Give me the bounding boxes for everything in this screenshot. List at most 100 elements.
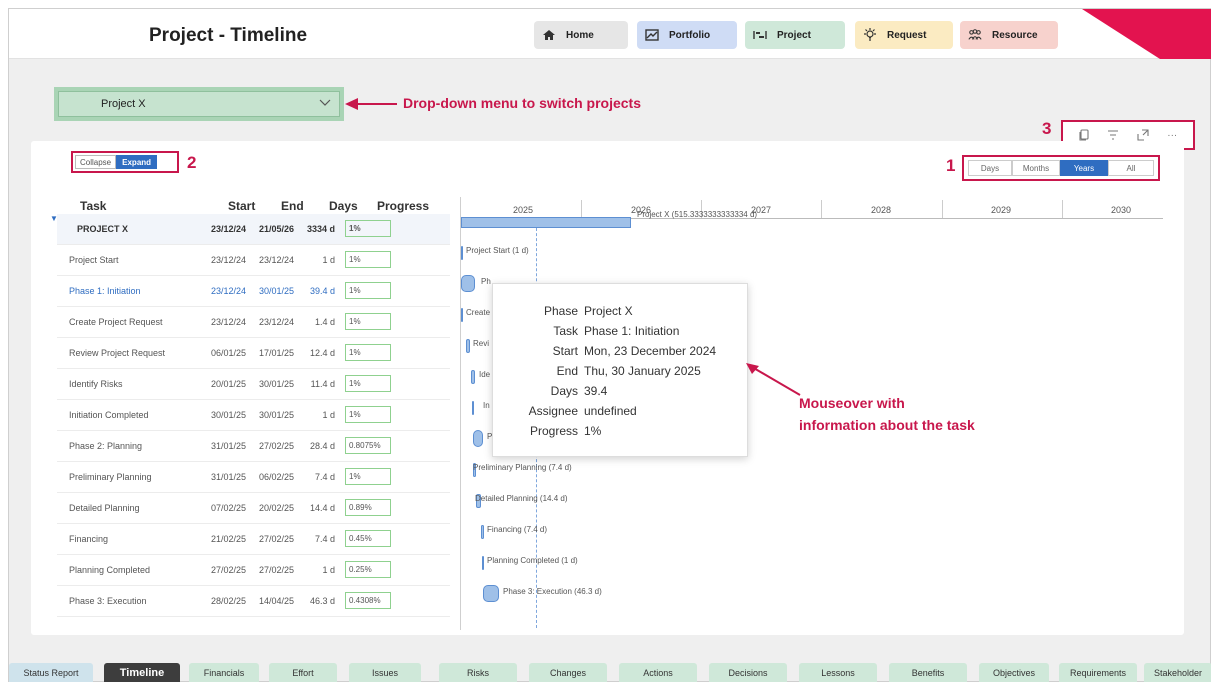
progress-cell[interactable]: 1% xyxy=(345,406,391,423)
progress-cell[interactable]: 1% xyxy=(345,468,391,485)
tab-benefits[interactable]: Benefits xyxy=(889,663,967,682)
start-date-cell: 31/01/25 xyxy=(210,472,246,482)
end-date-cell: 30/01/25 xyxy=(258,379,294,389)
start-date-cell: 28/02/25 xyxy=(210,596,246,606)
tab-lessons[interactable]: Lessons xyxy=(799,663,877,682)
nav-home-button[interactable]: Home xyxy=(534,21,628,49)
bulb-icon xyxy=(863,28,877,42)
task-name-cell: Detailed Planning xyxy=(69,503,140,513)
gantt-bar[interactable] xyxy=(461,307,463,322)
filter-icon[interactable] xyxy=(1106,128,1120,142)
nav-home-label: Home xyxy=(566,29,594,41)
progress-cell[interactable]: 0.25% xyxy=(345,561,391,578)
tab-stakeholder[interactable]: Stakeholder xyxy=(1144,663,1211,682)
tab-actions[interactable]: Actions xyxy=(619,663,697,682)
tab-requirements[interactable]: Requirements xyxy=(1059,663,1137,682)
gantt-bar[interactable] xyxy=(461,275,475,292)
start-date-cell: 20/01/25 xyxy=(210,379,246,389)
gantt-bar[interactable] xyxy=(473,430,483,447)
annotation-arrow-tooltip xyxy=(746,363,801,396)
days-cell: 1.4 d xyxy=(314,317,335,327)
days-cell: 3334 d xyxy=(306,224,335,234)
caret-down-icon[interactable]: ▼ xyxy=(50,214,58,223)
progress-cell[interactable]: 1% xyxy=(345,282,391,299)
gantt-bar[interactable] xyxy=(481,524,484,539)
progress-cell[interactable]: 1% xyxy=(345,220,391,237)
progress-cell[interactable]: 0.45% xyxy=(345,530,391,547)
table-row[interactable]: Project Start 23/12/24 23/12/24 1 d 1% xyxy=(57,245,450,276)
end-date-cell: 27/02/25 xyxy=(258,534,294,544)
header-accent xyxy=(1082,9,1211,59)
table-row[interactable]: Planning Completed 27/02/25 27/02/25 1 d 0.2… xyxy=(57,555,450,586)
tooltip-row: Assignee undefined xyxy=(493,404,749,424)
task-name-cell: Project Start xyxy=(69,255,119,265)
tab-status-report[interactable]: Status Report xyxy=(9,663,93,682)
scale-all-button[interactable]: All xyxy=(1108,160,1154,176)
table-row[interactable]: Review Project Request 06/01/25 17/01/25 12… xyxy=(57,338,450,369)
annotation-tooltip-line2: information about the task xyxy=(799,417,975,433)
tab-effort[interactable]: Effort xyxy=(269,663,337,682)
table-row[interactable]: Phase 3: Execution 28/02/25 14/04/25 46.3 d… xyxy=(57,586,450,617)
table-row[interactable]: Financing 21/02/25 27/02/25 7.4 d 0.45% xyxy=(57,524,450,555)
chart-icon xyxy=(645,28,659,42)
tab-risks[interactable]: Risks xyxy=(439,663,517,682)
scale-days-button[interactable]: Days xyxy=(968,160,1012,176)
scale-years-button[interactable]: Years xyxy=(1060,160,1108,176)
more-icon[interactable]: ··· xyxy=(1165,128,1179,142)
end-date-cell: 06/02/25 xyxy=(258,472,294,482)
table-row[interactable]: ▼ PROJECT X 23/12/24 21/05/26 3334 d 1% xyxy=(50,214,450,245)
days-cell: 7.4 d xyxy=(314,472,335,482)
year-tick xyxy=(1062,200,1063,218)
gantt-bar[interactable] xyxy=(483,585,499,602)
expand-button[interactable]: Expand xyxy=(116,155,158,169)
gantt-bar[interactable] xyxy=(471,369,475,384)
table-row[interactable]: Preliminary Planning 31/01/25 06/02/25 7.4 … xyxy=(57,462,450,493)
gantt-bar-label: Planning Completed (1 d) xyxy=(487,556,578,565)
gantt-bar[interactable] xyxy=(482,555,484,570)
project-dropdown-value: Project X xyxy=(101,98,146,110)
nav-request-button[interactable]: Request xyxy=(855,21,953,49)
tab-financials[interactable]: Financials xyxy=(189,663,259,682)
progress-cell[interactable]: 1% xyxy=(345,375,391,392)
project-dropdown[interactable]: Project X xyxy=(54,87,344,121)
progress-cell[interactable]: 0.4308% xyxy=(345,592,391,609)
copy-icon[interactable] xyxy=(1077,128,1091,142)
table-row[interactable]: Phase 2: Planning 31/01/25 27/02/25 28.4 d 0… xyxy=(57,431,450,462)
col-header-progress: Progress xyxy=(377,199,430,213)
gantt-summary-bar[interactable] xyxy=(461,217,631,228)
expand-icon[interactable] xyxy=(1136,128,1150,142)
gantt-bar[interactable] xyxy=(461,245,463,260)
progress-cell[interactable]: 1% xyxy=(345,313,391,330)
table-row[interactable]: Create Project Request 23/12/24 23/12/24 1.… xyxy=(57,307,450,338)
scale-months-button[interactable]: Months xyxy=(1012,160,1060,176)
progress-cell[interactable]: 0.8075% xyxy=(345,437,391,454)
nav-project-button[interactable]: Project xyxy=(745,21,845,49)
end-date-cell: 30/01/25 xyxy=(258,410,294,420)
task-name-cell: Phase 1: Initiation xyxy=(69,286,141,296)
gantt-bar-label: Project Start (1 d) xyxy=(466,246,529,255)
progress-cell[interactable]: 1% xyxy=(345,251,391,268)
people-icon xyxy=(968,28,982,42)
gantt-bar[interactable] xyxy=(472,400,474,415)
tab-issues[interactable]: Issues xyxy=(349,663,421,682)
expand-collapse-toggle: Collapse Expand xyxy=(71,151,179,173)
table-row[interactable]: Identify Risks 20/01/25 30/01/25 11.4 d 1% xyxy=(57,369,450,400)
collapse-button[interactable]: Collapse xyxy=(75,155,117,169)
tooltip-key: End xyxy=(556,364,578,378)
table-row[interactable]: Detailed Planning 07/02/25 20/02/25 14.4 d 0… xyxy=(57,493,450,524)
gantt-bar-label: Phase 3: Execution (46.3 d) xyxy=(503,587,602,596)
tab-objectives[interactable]: Objectives xyxy=(979,663,1049,682)
tab-timeline[interactable]: Timeline xyxy=(104,663,180,682)
start-date-cell: 07/02/25 xyxy=(210,503,246,513)
nav-portfolio-button[interactable]: Portfolio xyxy=(637,21,737,49)
tab-changes[interactable]: Changes xyxy=(529,663,607,682)
progress-cell[interactable]: 1% xyxy=(345,344,391,361)
task-name-cell: Create Project Request xyxy=(69,317,163,327)
gantt-bar[interactable] xyxy=(466,338,470,353)
table-row[interactable]: Phase 1: Initiation 23/12/24 30/01/25 39.4 … xyxy=(57,276,450,307)
year-label: 2028 xyxy=(871,205,892,215)
tab-decisions[interactable]: Decisions xyxy=(709,663,787,682)
progress-cell[interactable]: 0.89% xyxy=(345,499,391,516)
table-row[interactable]: Initiation Completed 30/01/25 30/01/25 1 d 1… xyxy=(57,400,450,431)
nav-resource-button[interactable]: Resource xyxy=(960,21,1058,49)
